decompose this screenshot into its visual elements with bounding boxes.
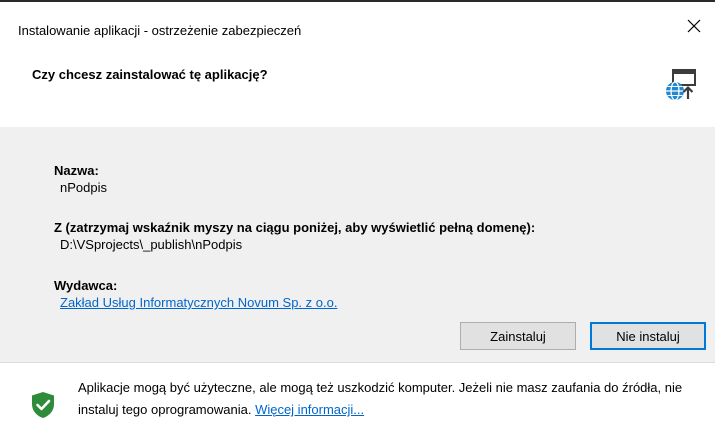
install-button[interactable]: Zainstaluj [460, 322, 576, 350]
source-label: Z (zatrzymaj wskaźnik myszy na ciągu pon… [54, 220, 536, 235]
title-bar: Instalowanie aplikacji - ostrzeżenie zab… [0, 2, 715, 40]
name-value: nPodpis [60, 180, 107, 195]
install-question: Czy chcesz zainstalować tę aplikację? [32, 67, 268, 82]
close-button[interactable] [679, 12, 709, 40]
globe-install-icon [666, 69, 696, 101]
source-value[interactable]: D:\VSprojects\_publish\nPodpis [60, 237, 242, 252]
warning-footer: Aplikacje mogą być użyteczne, ale mogą t… [0, 363, 715, 436]
window-title: Instalowanie aplikacji - ostrzeżenie zab… [18, 23, 302, 38]
warning-text: Aplikacje mogą być użyteczne, ale mogą t… [78, 377, 698, 421]
publisher-label: Wydawca: [54, 278, 118, 293]
dont-install-button[interactable]: Nie instaluj [590, 322, 706, 350]
details-panel: Nazwa: nPodpis Z (zatrzymaj wskaźnik mys… [0, 127, 715, 362]
name-label: Nazwa: [54, 163, 99, 178]
dialog-header: Czy chcesz zainstalować tę aplikację? [0, 40, 715, 127]
warning-message: Aplikacje mogą być użyteczne, ale mogą t… [78, 380, 683, 417]
more-info-link[interactable]: Więcej informacji... [255, 402, 364, 417]
publisher-link[interactable]: Zakład Usług Informatycznych Novum Sp. z… [60, 295, 337, 310]
close-icon [687, 19, 701, 33]
shield-check-icon [32, 392, 54, 418]
